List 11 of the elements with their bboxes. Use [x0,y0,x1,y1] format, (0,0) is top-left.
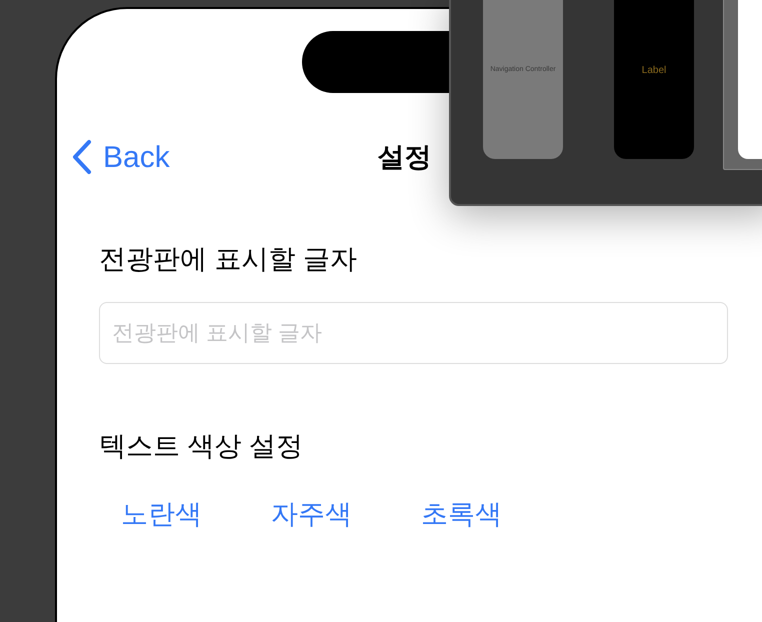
back-chevron-icon [71,139,93,175]
nav-title: 설정 [378,140,432,174]
section-label: 텍스트 색상 설정 [99,430,304,462]
text-input-field[interactable]: 전광판에 표시할 글자 [99,302,728,364]
back-button[interactable]: Back [71,134,170,180]
scene-thumbnail[interactable]: Label [614,0,694,159]
color-button[interactable]: 노란색 [121,494,201,534]
scene-label: Label [642,64,666,78]
color-button[interactable]: 초록색 [421,494,501,534]
color-button[interactable]: 자주색 [271,494,351,534]
section-label: 전광판에 표시할 글자 [99,243,358,276]
